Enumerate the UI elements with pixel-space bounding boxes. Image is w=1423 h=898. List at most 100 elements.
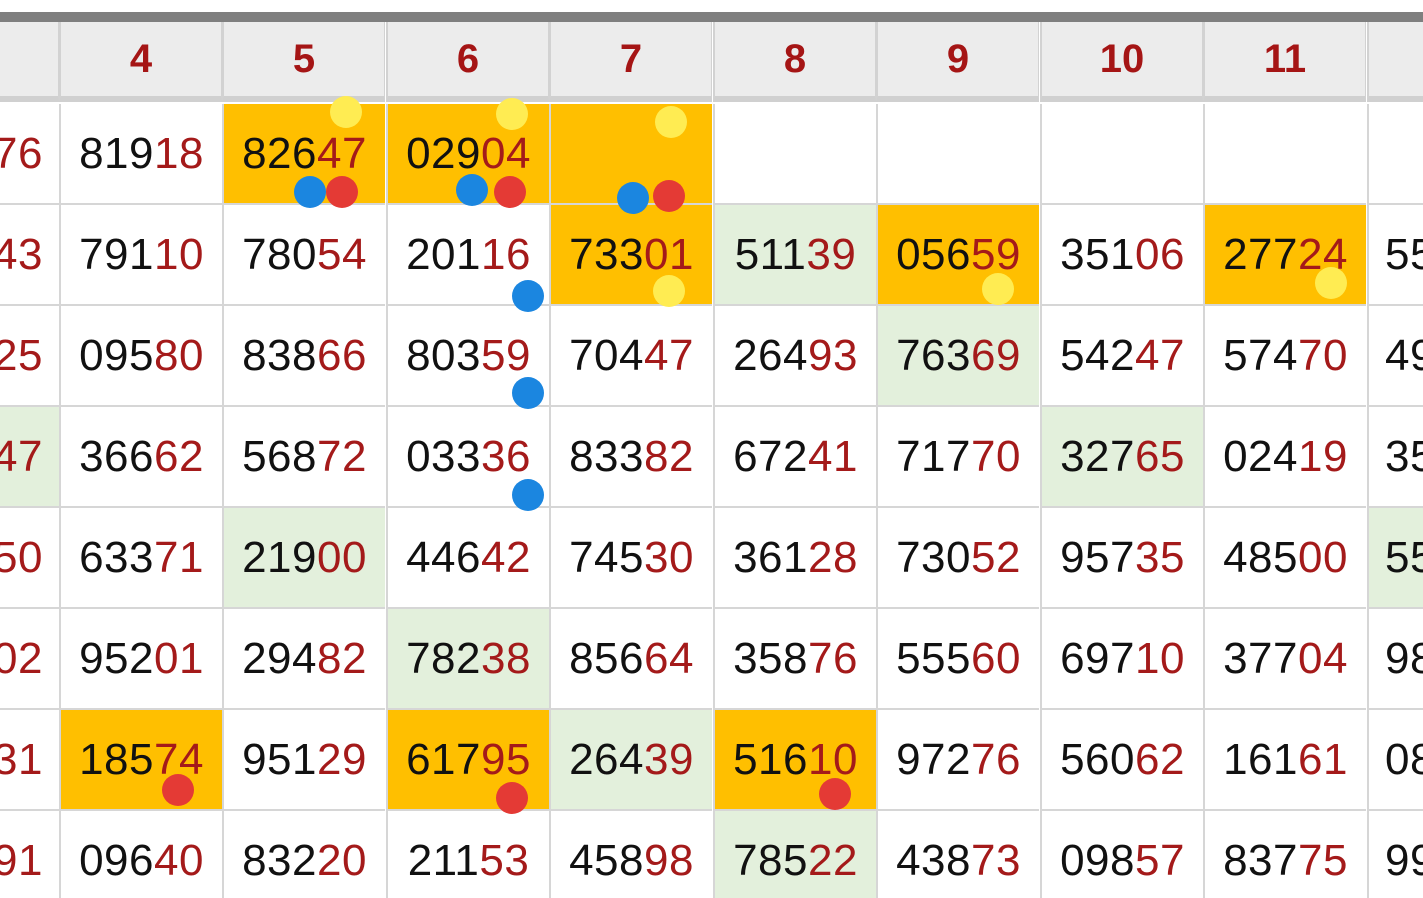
blue-marker-dot [512,479,544,511]
result-cell[interactable]: 819 18 [59,104,222,205]
number-tail: 72 [316,431,367,481]
result-cell[interactable]: 733 01 [549,205,712,306]
column-header-8[interactable]: 8 [713,22,876,102]
result-cell[interactable]: 672 41 [713,407,876,508]
red-marker-dot [494,176,526,208]
result-cell[interactable]: 957 35 [1040,508,1203,609]
result-cell[interactable]: 704 47 [549,306,712,407]
result-cell[interactable]: 446 42 [386,508,549,609]
result-cell[interactable]: 697 10 [1040,609,1203,710]
result-cell[interactable]: 47 [0,407,59,508]
result-cell[interactable]: 833 82 [549,407,712,508]
number-head: 211 [407,835,480,885]
result-cell[interactable] [1203,104,1366,205]
number-head: 516 [733,734,808,784]
column-header-5[interactable]: 5 [222,22,385,102]
result-cell[interactable]: 780 54 [222,205,385,306]
result-cell[interactable]: 211 53 [386,811,549,898]
result-cell[interactable]: 76 [0,104,59,205]
column-header-9[interactable]: 9 [876,22,1039,102]
result-cell[interactable]: 838 66 [222,306,385,407]
result-cell[interactable]: 264 93 [713,306,876,407]
number-head: 377 [1223,633,1298,683]
result-cell[interactable]: 49 [1367,306,1423,407]
result-cell[interactable]: 730 52 [876,508,1039,609]
result-cell[interactable]: 096 40 [59,811,222,898]
result-cell[interactable]: 782 38 [386,609,549,710]
result-cell[interactable]: 185 74 [59,710,222,811]
result-cell[interactable]: 024 19 [1203,407,1366,508]
result-cell[interactable]: 568 72 [222,407,385,508]
number-head: 219 [242,532,317,582]
result-cell[interactable] [1367,104,1423,205]
result-cell[interactable]: 633 71 [59,508,222,609]
result-cell[interactable]: 458 98 [549,811,712,898]
result-cell[interactable]: 43 [0,205,59,306]
result-cell[interactable]: 560 62 [1040,710,1203,811]
result-cell[interactable]: 99 [1367,811,1423,898]
result-cell[interactable]: 55 [1367,508,1423,609]
number-tail: 28 [807,532,858,582]
result-cell[interactable]: 972 76 [876,710,1039,811]
result-cell[interactable]: 264 39 [549,710,712,811]
result-cell[interactable]: 095 80 [59,306,222,407]
column-header-10[interactable]: 10 [1040,22,1203,102]
number-head: 446 [406,532,481,582]
result-cell[interactable]: 056 59 [876,205,1039,306]
result-cell[interactable]: 791 10 [59,205,222,306]
blue-marker-dot [512,280,544,312]
result-cell[interactable]: 785 22 [713,811,876,898]
result-cell[interactable]: 098 57 [1040,811,1203,898]
result-cell[interactable]: 366 62 [59,407,222,508]
result-cell[interactable]: 50 [0,508,59,609]
column-header-6[interactable]: 6 [386,22,549,102]
result-cell[interactable]: 08 [1367,710,1423,811]
result-cell[interactable]: 951 29 [222,710,385,811]
result-cell[interactable]: 25 [0,306,59,407]
result-cell[interactable]: 574 70 [1203,306,1366,407]
result-cell[interactable]: 856 64 [549,609,712,710]
result-cell[interactable]: 55 [1367,205,1423,306]
result-cell[interactable]: 327 65 [1040,407,1203,508]
result-cell[interactable]: 31 [0,710,59,811]
result-cell[interactable]: 91 [0,811,59,898]
result-cell[interactable]: 952 01 [59,609,222,710]
result-cell[interactable]: 837 75 [1203,811,1366,898]
result-cell[interactable] [713,104,876,205]
result-cell[interactable] [876,104,1039,205]
column-header-11[interactable]: 11 [1203,22,1366,102]
result-cell[interactable]: 438 73 [876,811,1039,898]
result-cell[interactable]: 511 39 [713,205,876,306]
column-header[interactable] [1367,22,1423,102]
result-cell[interactable]: 02 [0,609,59,710]
column-header-7[interactable]: 7 [549,22,712,102]
result-cell[interactable] [1040,104,1203,205]
result-cell[interactable]: 485 00 [1203,508,1366,609]
result-cell[interactable]: 351 06 [1040,205,1203,306]
result-cell[interactable]: 361 28 [713,508,876,609]
result-cell[interactable]: 555 60 [876,609,1039,710]
red-marker-dot [653,180,685,212]
result-cell[interactable]: 763 69 [876,306,1039,407]
number-head: 029 [406,128,481,178]
result-cell[interactable]: 98 [1367,609,1423,710]
result-cell[interactable]: 717 70 [876,407,1039,508]
number-head: 568 [242,431,317,481]
number-head: 55 [1385,229,1423,279]
table-row: 5063371219004464274530361287305295735485… [0,508,1423,609]
result-cell[interactable]: 542 47 [1040,306,1203,407]
result-cell[interactable]: 35 [1367,407,1423,508]
result-cell[interactable]: 358 76 [713,609,876,710]
result-cell[interactable]: 832 20 [222,811,385,898]
result-cell[interactable]: 294 82 [222,609,385,710]
column-header[interactable] [0,22,59,102]
result-cell[interactable]: 516 10 [713,710,876,811]
number-tail: 54 [316,229,367,279]
result-cell[interactable]: 745 30 [549,508,712,609]
result-cell[interactable]: 219 00 [222,508,385,609]
result-cell[interactable]: 161 61 [1203,710,1366,811]
number-tail: 76 [970,734,1021,784]
result-cell[interactable]: 377 04 [1203,609,1366,710]
top-scroll-bar[interactable] [0,12,1423,22]
column-header-4[interactable]: 4 [59,22,222,102]
